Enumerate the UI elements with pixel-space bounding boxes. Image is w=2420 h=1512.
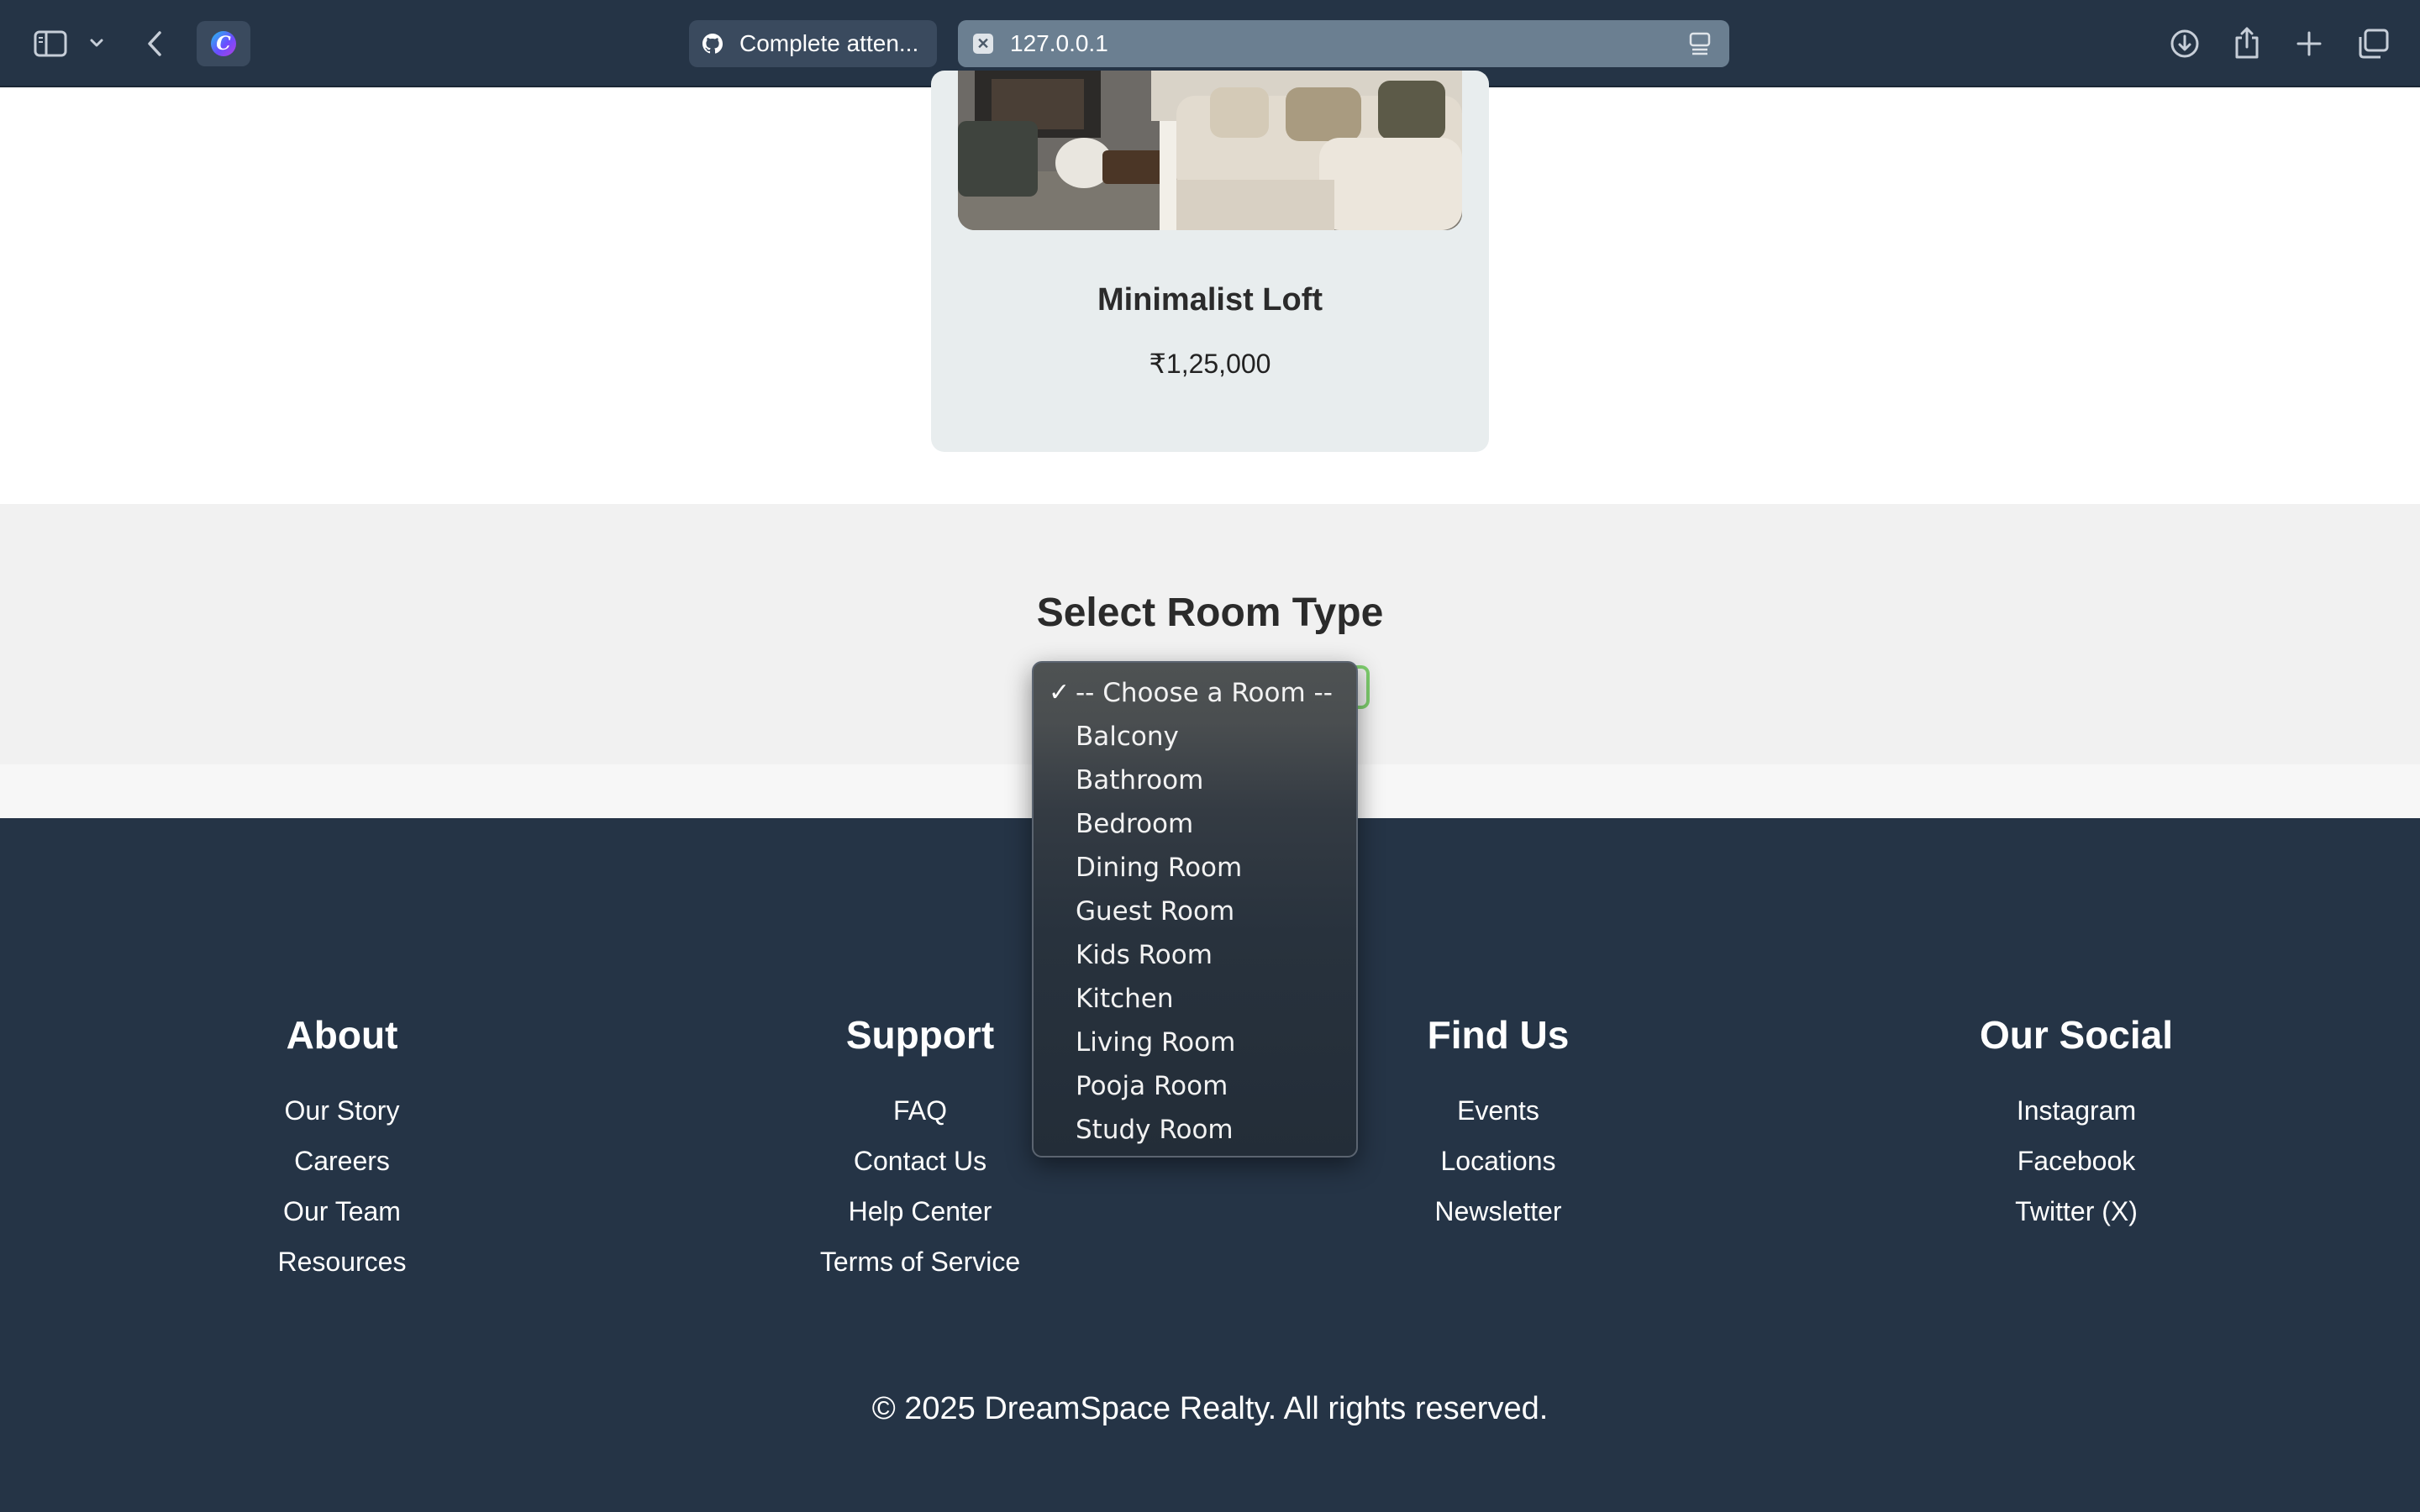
dropdown-option-pooja-room[interactable]: Pooja Room <box>1034 1064 1356 1108</box>
checkmark-icon: ✓ <box>1049 678 1071 707</box>
room-type-dropdown-menu: ✓ -- Choose a Room -- Balcony Bathroom B… <box>1032 661 1358 1158</box>
dropdown-option-balcony[interactable]: Balcony <box>1034 715 1356 759</box>
footer-link-terms-of-service[interactable]: Terms of Service <box>685 1236 1155 1287</box>
close-icon[interactable]: ✕ <box>973 34 993 54</box>
property-card[interactable]: Minimalist Loft ₹1,25,000 <box>931 71 1489 452</box>
new-tab-icon[interactable] <box>2292 25 2326 62</box>
sidebar-toggle-icon[interactable] <box>32 25 69 62</box>
footer-link-careers[interactable]: Careers <box>107 1136 577 1186</box>
dropdown-option-dining-room[interactable]: Dining Room <box>1034 846 1356 890</box>
footer-link-resources[interactable]: Resources <box>107 1236 577 1287</box>
footer-link-newsletter[interactable]: Newsletter <box>1263 1186 1733 1236</box>
footer-column-our-social: Our Social Instagram Facebook Twitter (X… <box>1841 1011 2312 1236</box>
reader-mode-icon[interactable] <box>1689 32 1711 61</box>
property-photo <box>958 71 1462 230</box>
dropdown-option-bedroom[interactable]: Bedroom <box>1034 802 1356 846</box>
room-type-heading: Select Room Type <box>1036 591 1384 635</box>
tab-localhost[interactable]: ✕ 127.0.0.1 <box>958 20 1729 67</box>
github-icon <box>702 34 723 54</box>
dropdown-option-kids-room[interactable]: Kids Room <box>1034 933 1356 977</box>
chevron-down-icon[interactable] <box>86 30 108 55</box>
footer-link-instagram[interactable]: Instagram <box>1841 1085 2312 1136</box>
download-icon[interactable] <box>2166 25 2203 62</box>
footer-link-facebook[interactable]: Facebook <box>1841 1136 2312 1186</box>
copyright-text: © 2025 DreamSpace Realty. All rights res… <box>871 1391 1549 1426</box>
footer-heading: About <box>286 1013 398 1057</box>
share-icon[interactable] <box>2230 24 2264 62</box>
footer-column-about: About Our Story Careers Our Team Resourc… <box>107 1011 577 1287</box>
tab-github[interactable]: Complete atten... <box>689 20 937 67</box>
tab-overview-icon[interactable] <box>2354 25 2391 62</box>
address-bar-url[interactable]: 127.0.0.1 <box>1010 30 1729 57</box>
dropdown-option-study-room[interactable]: Study Room <box>1034 1108 1356 1152</box>
dropdown-option-kitchen[interactable]: Kitchen <box>1034 977 1356 1021</box>
property-price: ₹1,25,000 <box>1149 349 1271 379</box>
property-title: Minimalist Loft <box>1097 282 1323 318</box>
extension-button[interactable]: C <box>197 21 250 66</box>
footer-link-help-center[interactable]: Help Center <box>685 1186 1155 1236</box>
footer-link-twitter[interactable]: Twitter (X) <box>1841 1186 2312 1236</box>
tab-label: Complete atten... <box>739 30 919 56</box>
dropdown-option-choose-a-room[interactable]: ✓ -- Choose a Room -- <box>1034 671 1356 715</box>
footer-link-our-story[interactable]: Our Story <box>107 1085 577 1136</box>
dropdown-option-guest-room[interactable]: Guest Room <box>1034 890 1356 933</box>
dropdown-option-living-room[interactable]: Living Room <box>1034 1021 1356 1064</box>
back-arrow-icon[interactable] <box>139 25 170 62</box>
footer-heading: Our Social <box>1979 1013 2174 1057</box>
footer-link-our-team[interactable]: Our Team <box>107 1186 577 1236</box>
dropdown-option-bathroom[interactable]: Bathroom <box>1034 759 1356 802</box>
extension-logo-icon: C <box>211 31 236 56</box>
